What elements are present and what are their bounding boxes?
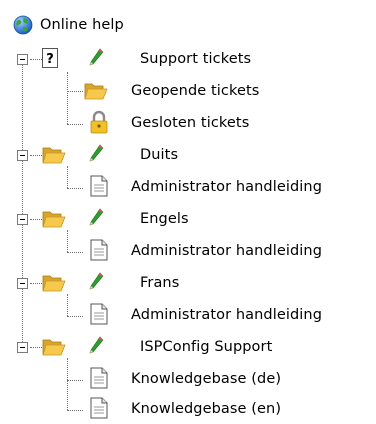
tree-item-geopende-tickets[interactable]: Geopende tickets [0, 76, 376, 106]
tree-item-engels[interactable]: Engels [0, 204, 376, 234]
pencil-icon[interactable] [88, 208, 104, 228]
pencil-icon[interactable] [88, 48, 104, 68]
tree-item-label: Engels [140, 211, 189, 227]
tree-item-label: Administrator handleiding [131, 179, 323, 195]
tree-item-label: Knowledgebase (en) [131, 401, 282, 417]
tree-item-label: Gesloten tickets [131, 115, 250, 131]
tree-item-document[interactable]: Administrator handleiding [0, 236, 376, 266]
tree-item-duits[interactable]: Duits [0, 140, 376, 170]
tree-root-online-help[interactable]: Online help [0, 10, 376, 40]
open-folder-icon [42, 275, 66, 292]
tree-item-frans[interactable]: Frans [0, 268, 376, 298]
tree-item-support-tickets[interactable]: ? Support tickets [0, 44, 376, 74]
tree-item-document[interactable]: Administrator handleiding [0, 172, 376, 202]
document-icon [90, 397, 108, 419]
collapse-toggle[interactable] [17, 278, 28, 289]
open-folder-icon [42, 339, 66, 356]
tree-item-label: Duits [140, 147, 179, 163]
tree-item-label: Support tickets [140, 51, 252, 67]
pencil-icon[interactable] [88, 336, 104, 356]
globe-icon [13, 15, 33, 35]
collapse-toggle[interactable] [17, 342, 28, 353]
tree-item-label: Geopende tickets [131, 83, 260, 99]
tree-root-label: Online help [40, 17, 124, 33]
tree-item-document[interactable]: Knowledgebase (de) [0, 364, 376, 394]
pencil-icon[interactable] [88, 144, 104, 164]
tree-item-document[interactable]: Administrator handleiding [0, 300, 376, 330]
tree-item-label: ISPConfig Support [140, 339, 273, 355]
tree-item-label: Frans [140, 275, 180, 291]
collapse-toggle[interactable] [17, 150, 28, 161]
open-folder-icon [42, 147, 66, 164]
document-icon [90, 175, 108, 197]
document-icon [90, 367, 108, 389]
tree-item-label: Knowledgebase (de) [131, 371, 282, 387]
svg-text:?: ? [46, 52, 54, 67]
collapse-toggle[interactable] [17, 54, 28, 65]
collapse-toggle[interactable] [17, 214, 28, 225]
tree-item-ispconfig-support[interactable]: ISPConfig Support [0, 332, 376, 362]
document-icon [90, 239, 108, 261]
help-page-icon: ? [42, 48, 58, 68]
document-icon [90, 303, 108, 325]
tree-item-gesloten-tickets[interactable]: Gesloten tickets [0, 108, 376, 138]
lock-icon [90, 110, 108, 134]
open-folder-icon [84, 83, 108, 100]
tree-item-document[interactable]: Knowledgebase (en) [0, 394, 376, 424]
help-tree: Online help ? Support tickets Geopende t… [0, 0, 376, 421]
tree-item-label: Administrator handleiding [131, 243, 323, 259]
pencil-icon[interactable] [88, 272, 104, 292]
open-folder-icon [42, 211, 66, 228]
tree-item-label: Administrator handleiding [131, 307, 323, 323]
